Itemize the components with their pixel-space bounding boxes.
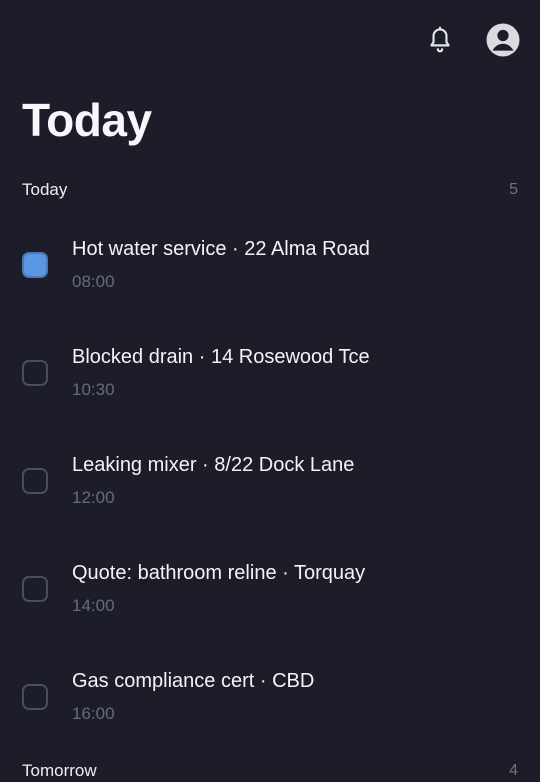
task-title: Hot water service · 22 Alma Road <box>72 238 370 260</box>
task-item[interactable]: Hot water service · 22 Alma Road 08:00 <box>0 224 540 332</box>
task-checkbox[interactable] <box>22 684 48 710</box>
task-checkbox[interactable] <box>22 252 48 278</box>
task-time: 16:00 <box>72 704 115 723</box>
task-checkbox[interactable] <box>22 576 48 602</box>
task-time: 08:00 <box>72 272 115 291</box>
task-item[interactable]: Gas compliance cert · CBD 16:00 <box>0 656 540 764</box>
task-checkbox[interactable] <box>22 468 48 494</box>
task-item[interactable]: Leaking mixer · 8/22 Dock Lane 12:00 <box>0 440 540 548</box>
account-circle-icon <box>486 23 520 57</box>
top-app-bar <box>0 0 540 80</box>
task-title: Blocked drain · 14 Rosewood Tce <box>72 346 370 368</box>
task-checkbox[interactable] <box>22 360 48 386</box>
task-title: Gas compliance cert · CBD <box>72 670 315 692</box>
task-time: 12:00 <box>72 488 115 507</box>
section-count: 4 <box>509 762 518 779</box>
task-title: Quote: bathroom reline · Torquay <box>72 562 366 584</box>
page-title: Today <box>22 94 152 146</box>
task-item[interactable]: Blocked drain · 14 Rosewood Tce 10:30 <box>0 332 540 440</box>
task-title: Leaking mixer · 8/22 Dock Lane <box>72 454 355 476</box>
section-title: Today <box>22 180 68 199</box>
section-header-today: Today 5 <box>22 179 518 201</box>
task-item[interactable]: Quote: bathroom reline · Torquay 14:00 <box>0 548 540 656</box>
task-list-today: Hot water service · 22 Alma Road 08:00 B… <box>0 224 540 764</box>
section-title: Tomorrow <box>22 761 97 780</box>
account-button[interactable] <box>483 20 523 60</box>
section-count: 5 <box>509 181 518 198</box>
task-time: 14:00 <box>72 596 115 615</box>
task-time: 10:30 <box>72 380 115 399</box>
section-header-tomorrow: Tomorrow 4 <box>22 760 518 782</box>
bell-icon <box>430 26 450 53</box>
notifications-button[interactable] <box>420 20 460 60</box>
